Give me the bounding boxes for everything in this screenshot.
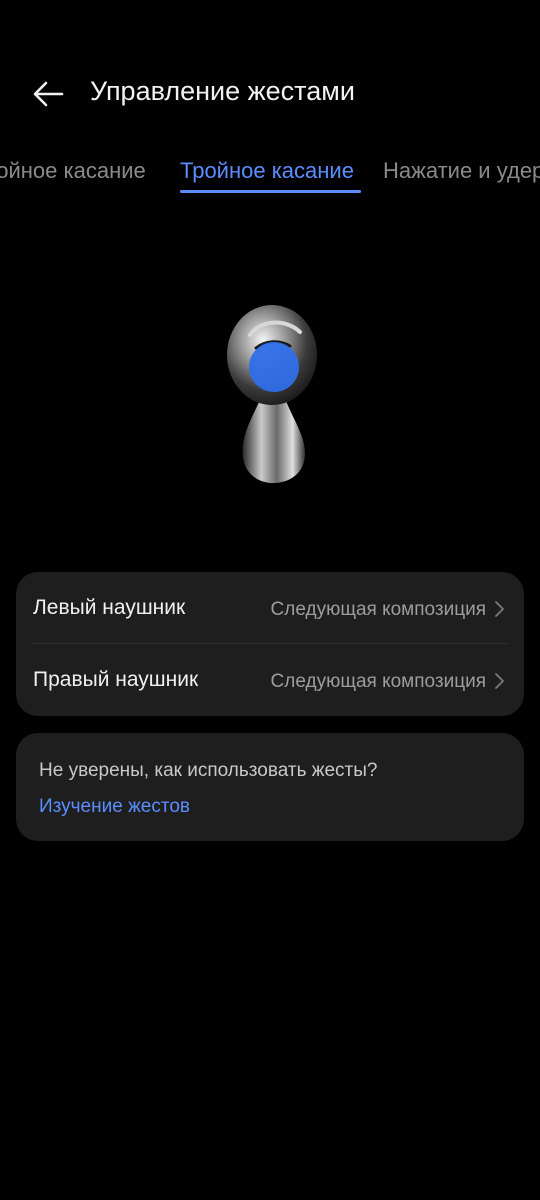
top-app-bar: Управление жестами [0, 60, 540, 126]
chevron-right-icon [495, 673, 504, 689]
tap-zone-highlight [249, 342, 299, 392]
gesture-help-card: Не уверены, как использовать жесты? Изуч… [16, 733, 524, 841]
gesture-tabs: ройное касание Тройное касание Нажатие и… [0, 150, 540, 200]
active-tab-indicator [180, 190, 361, 193]
page-title: Управление жестами [90, 76, 355, 106]
learn-gestures-link[interactable]: Изучение жестов [39, 796, 190, 818]
right-earbud-row[interactable]: Правый наушник Следующая композиция [16, 644, 524, 716]
tab-triple-tap[interactable]: Тройное касание [180, 158, 354, 184]
left-earbud-row[interactable]: Левый наушник Следующая композиция [16, 572, 524, 644]
back-button[interactable] [26, 72, 70, 116]
right-earbud-label: Правый наушник [33, 668, 199, 691]
tab-double-tap[interactable]: ройное касание [0, 158, 146, 184]
left-earbud-value: Следующая композиция [270, 599, 486, 620]
left-earbud-label: Левый наушник [33, 596, 186, 619]
arrow-left-icon [33, 81, 64, 107]
chevron-right-icon [495, 601, 504, 617]
earbud-settings-card: Левый наушник Следующая композиция Правы… [16, 572, 524, 716]
tab-press-and-hold[interactable]: Нажатие и удерж [383, 158, 540, 184]
help-question: Не уверены, как использовать жесты? [39, 760, 378, 781]
right-earbud-value: Следующая композиция [270, 671, 486, 692]
earbud-image [210, 300, 330, 485]
